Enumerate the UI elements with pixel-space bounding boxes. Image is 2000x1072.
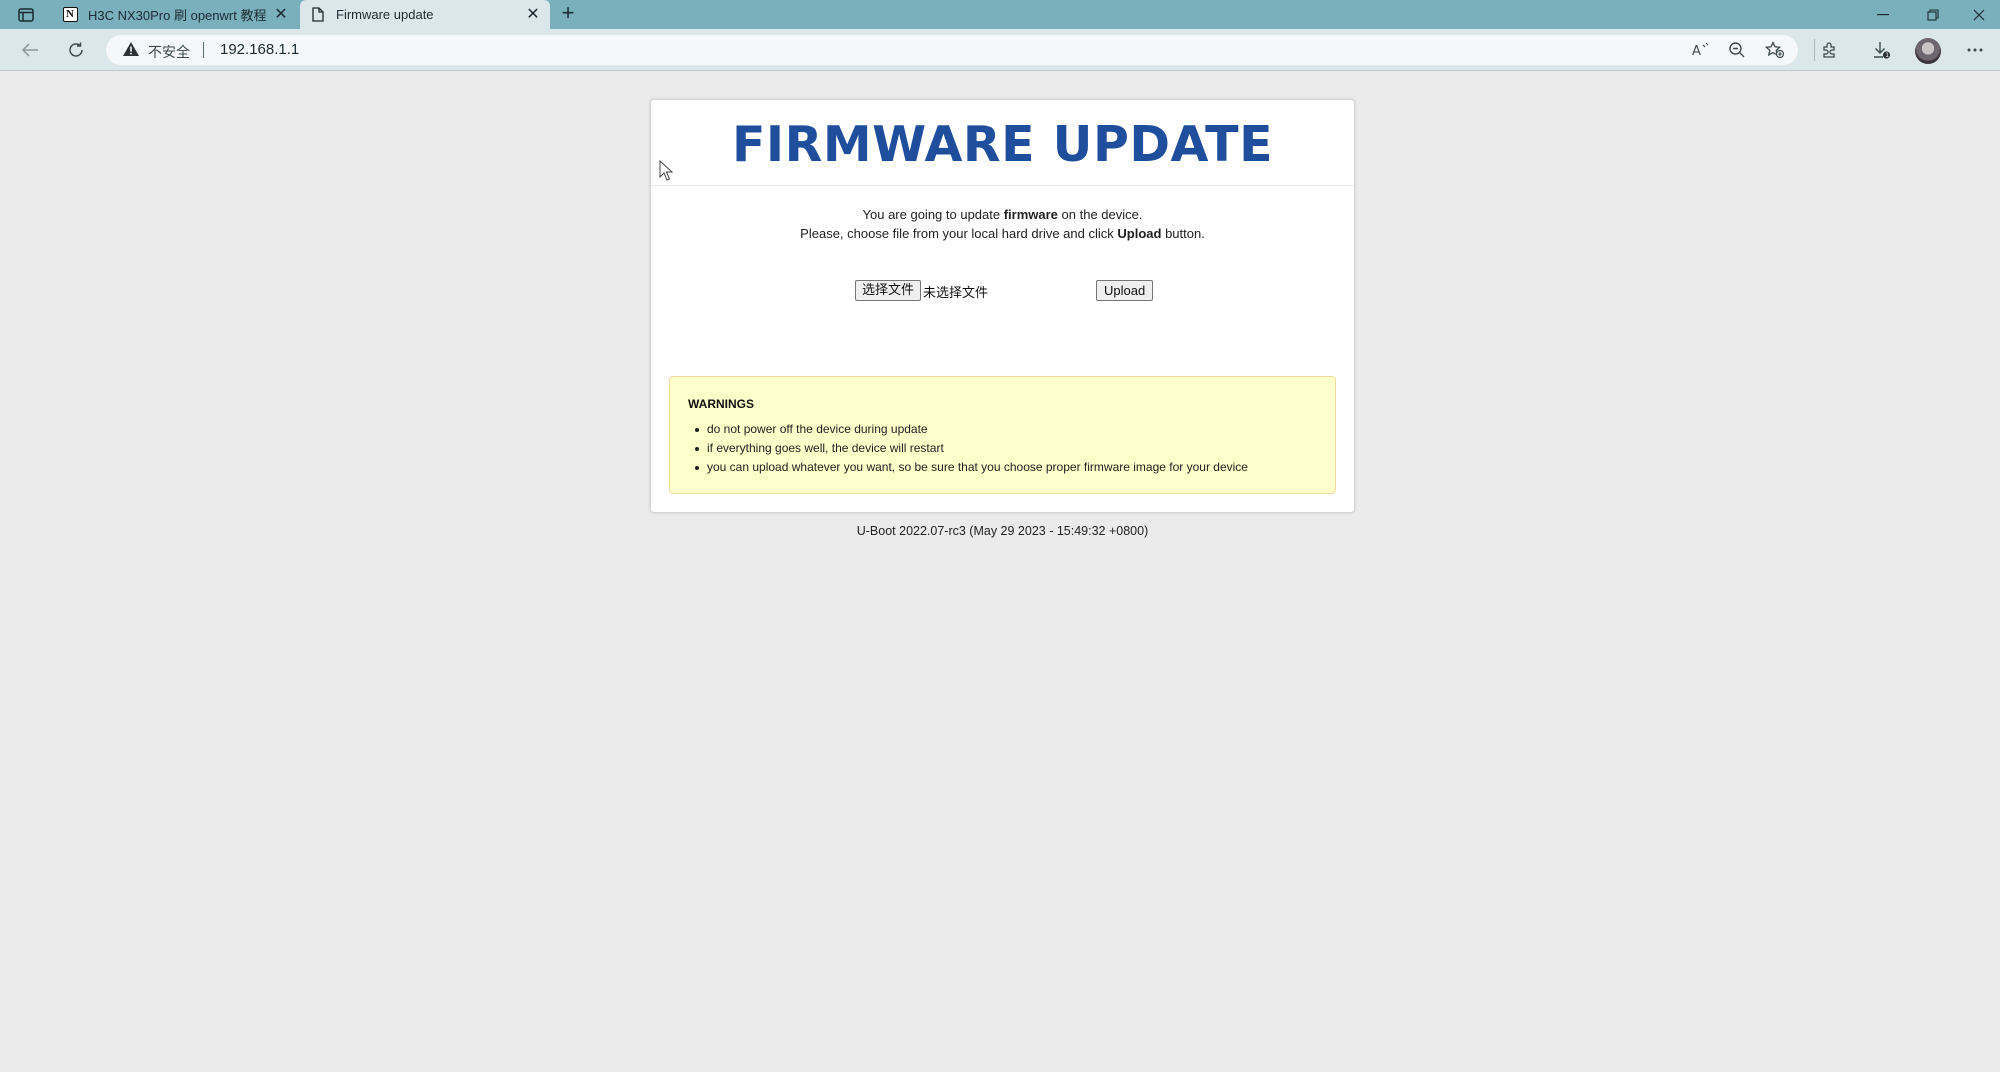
choose-file-button[interactable]: 选择文件	[855, 280, 922, 301]
new-tab-button[interactable]: +	[557, 2, 579, 25]
uboot-version: U-Boot 2022.07-rc3 (May 29 2023 - 15:49:…	[856, 524, 1149, 538]
warning-item: if everything goes well, the device will…	[688, 439, 1248, 458]
svg-text:A: A	[1692, 44, 1701, 58]
restore-icon	[1927, 8, 1939, 21]
tab-title: Firmware update	[336, 7, 434, 22]
page-title: FIRMWARE UPDATE	[731, 116, 1274, 173]
restore-button[interactable]	[1910, 0, 1956, 29]
notion-icon: N	[62, 7, 78, 23]
downloads-button[interactable]: 1	[1869, 38, 1895, 62]
toolbar-divider	[1814, 39, 1815, 61]
warnings-box: WARNINGS do not power off the device dur…	[669, 376, 1336, 494]
minimize-icon	[1877, 13, 1889, 15]
warnings-list: do not power off the device during updat…	[688, 420, 1248, 477]
intro-line-2: Please, choose file from your local hard…	[800, 226, 1205, 241]
upload-button[interactable]: Upload	[1096, 280, 1154, 301]
add-favorite-icon[interactable]	[1764, 40, 1786, 60]
file-status: 未选择文件	[923, 286, 989, 301]
security-label[interactable]: 不安全	[148, 42, 190, 62]
upload-form: 选择文件 未选择文件 Upload	[651, 280, 1354, 302]
refresh-button[interactable]	[63, 38, 89, 62]
tab-actions-icon	[18, 8, 34, 22]
panel-header: FIRMWARE UPDATE	[651, 100, 1354, 186]
tab-strip: N H3C NX30Pro 刷 openwrt 教程 ✕ Firmware up…	[0, 0, 2000, 29]
close-icon[interactable]: ✕	[272, 6, 290, 24]
download-icon: 1	[1874, 42, 1891, 59]
close-icon	[1973, 9, 1985, 20]
tab-firmware-update[interactable]: Firmware update ✕	[300, 0, 550, 29]
warning-item: do not power off the device during updat…	[688, 420, 1248, 439]
extensions-icon	[1823, 42, 1835, 58]
mouse-cursor-icon	[659, 160, 673, 181]
refresh-icon	[69, 42, 83, 57]
tab-title: H3C NX30Pro 刷 openwrt 教程	[88, 8, 267, 23]
back-button[interactable]	[17, 38, 43, 62]
settings-menu-button[interactable]	[1962, 38, 1988, 62]
address-bar[interactable]: 不安全 192.168.1.1 A	[106, 35, 1798, 65]
intro-line-1: You are going to update firmware on the …	[862, 207, 1143, 222]
firmware-update-panel: FIRMWARE UPDATE You are going to update …	[650, 99, 1355, 513]
url-text[interactable]: 192.168.1.1	[220, 41, 299, 58]
page-icon	[310, 7, 326, 23]
profile-avatar[interactable]	[1915, 38, 1941, 64]
more-icon	[1967, 48, 1983, 52]
zoom-out-icon[interactable]	[1726, 40, 1748, 60]
tab-actions-button[interactable]	[12, 5, 40, 25]
tab-notion-guide[interactable]: N H3C NX30Pro 刷 openwrt 教程 ✕	[52, 0, 298, 29]
extensions-button[interactable]	[1816, 38, 1842, 62]
warning-icon[interactable]	[122, 41, 140, 59]
window-close-button[interactable]	[1956, 0, 2000, 29]
close-icon[interactable]: ✕	[524, 6, 542, 24]
back-arrow-icon	[21, 43, 38, 57]
warnings-title: WARNINGS	[688, 397, 754, 411]
warning-item: you can upload whatever you want, so be …	[688, 458, 1248, 477]
intro-text: You are going to update firmware on the …	[651, 205, 1354, 243]
divider	[203, 42, 204, 58]
browser-toolbar: 不安全 192.168.1.1 A 1	[0, 29, 2000, 71]
read-aloud-icon[interactable]: A	[1690, 40, 1712, 60]
minimize-button[interactable]	[1860, 0, 1906, 29]
svg-text:1: 1	[1885, 52, 1889, 59]
